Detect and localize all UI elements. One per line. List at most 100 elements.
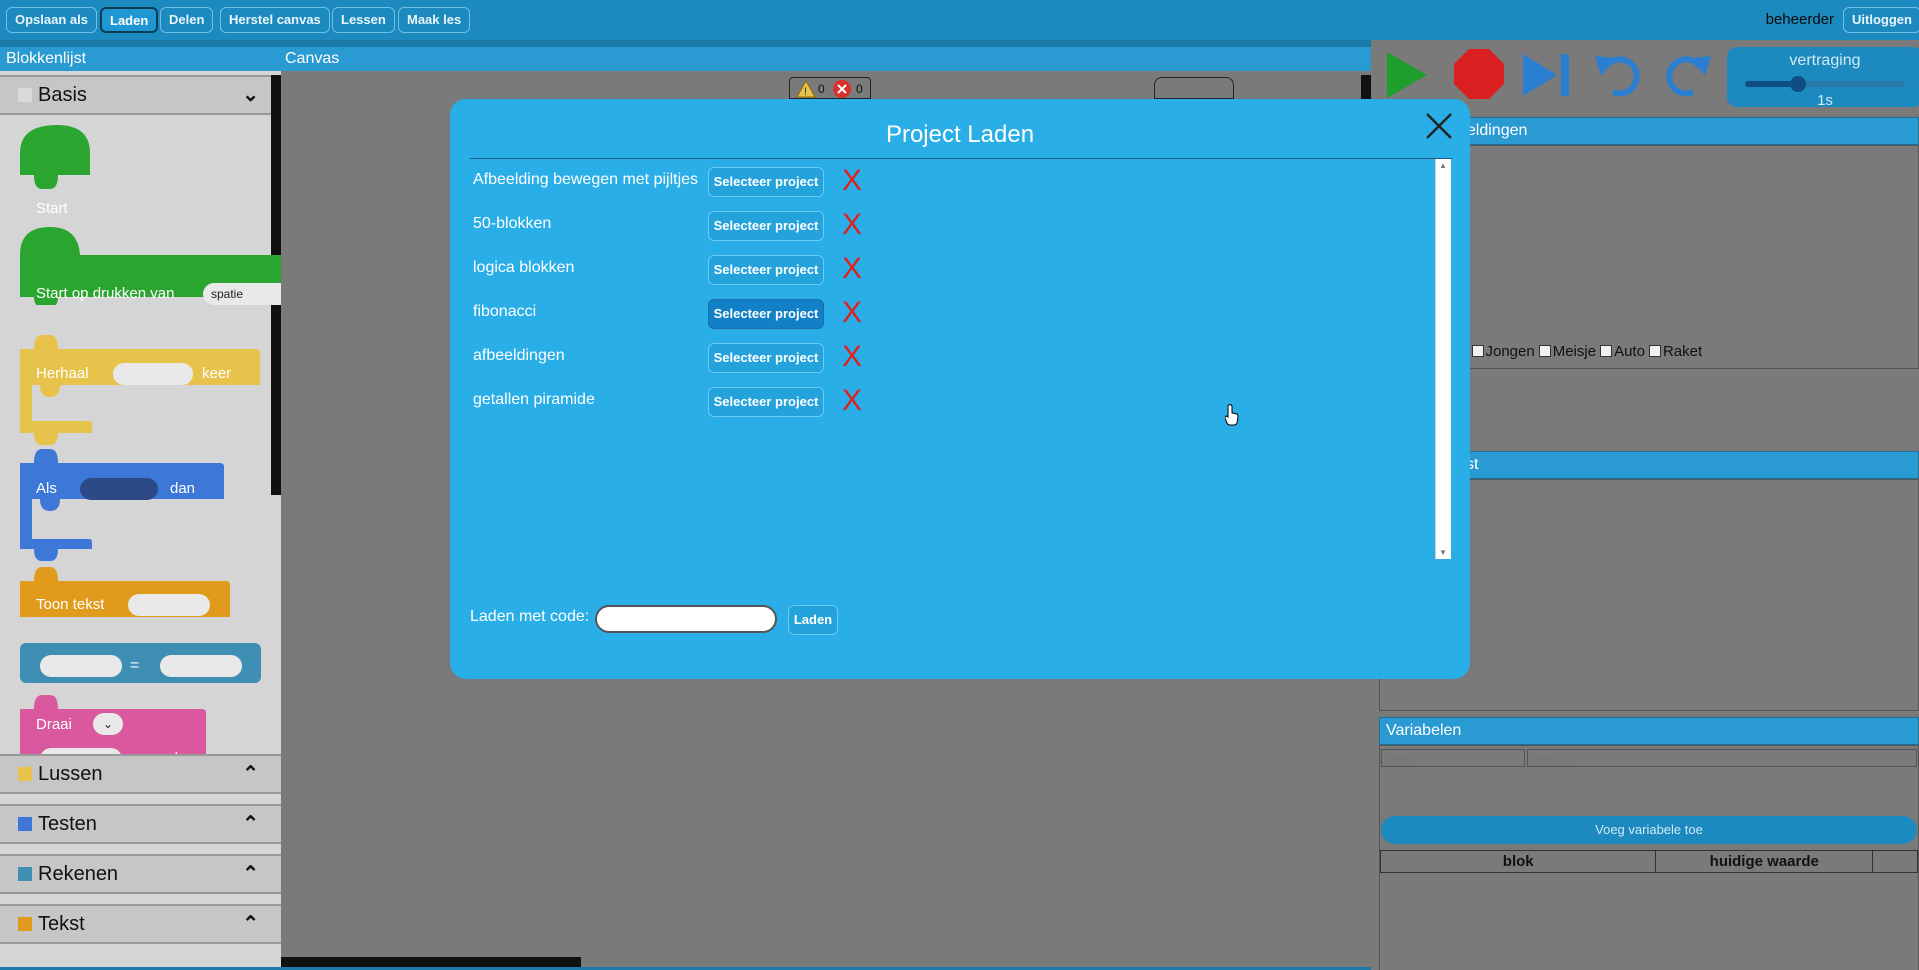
warning-icon: !	[796, 80, 816, 98]
repeat-label: Herhaal	[36, 365, 89, 382]
project-list: ▲ ▼ Afbeelding bewegen met pijltjes Sele…	[470, 159, 1451, 559]
category-color-swatch	[18, 867, 32, 881]
category-label: Testen	[38, 813, 97, 835]
canvas-status: ! 0 0	[789, 77, 871, 99]
project-row: afbeeldingen Selecteer project X	[470, 335, 1430, 379]
variable-value-input[interactable]	[1527, 749, 1917, 767]
category-lussen[interactable]: Lussen ⌃	[0, 754, 281, 794]
category-testen[interactable]: Testen ⌃	[0, 804, 281, 844]
show-text-label: Toon tekst	[36, 596, 105, 613]
select-project-button[interactable]: Selecteer project	[708, 387, 824, 417]
start-block[interactable]	[20, 125, 95, 193]
repeat-count-input[interactable]	[113, 363, 193, 385]
make-lesson-button[interactable]: Maak les	[398, 7, 471, 33]
undo-icon[interactable]	[1593, 52, 1643, 98]
variable-name-input[interactable]	[1381, 749, 1525, 767]
show-text-input[interactable]	[128, 594, 210, 616]
equals-left-input[interactable]	[40, 655, 122, 677]
select-project-button[interactable]: Selecteer project	[708, 299, 824, 329]
if-suffix: dan	[170, 480, 196, 497]
block-list-panel: Blokkenlijst Basis ⌄ Start Start op druk…	[0, 47, 281, 967]
category-tekst[interactable]: Tekst ⌃	[0, 904, 281, 944]
chevron-down-icon: ⌄	[242, 84, 259, 106]
repeat-suffix: keer	[202, 365, 232, 382]
delete-project-button[interactable]: X	[842, 164, 862, 198]
stop-icon[interactable]	[1453, 48, 1505, 100]
project-name: afbeeldingen	[473, 347, 565, 364]
project-row: logica blokken Selecteer project X	[470, 247, 1430, 291]
canvas-tab[interactable]	[1154, 77, 1234, 99]
repeat-block[interactable]	[20, 335, 260, 450]
project-name: getallen piramide	[473, 391, 595, 408]
delete-project-button[interactable]: X	[842, 296, 862, 330]
sprite-option-label: Meisje	[1552, 343, 1597, 360]
lessons-button[interactable]: Lessen	[332, 7, 395, 33]
delete-project-button[interactable]: X	[842, 340, 862, 374]
reset-canvas-button[interactable]: Herstel canvas	[220, 7, 330, 33]
checkbox-auto[interactable]	[1600, 345, 1613, 357]
top-bar: Opslaan als Laden Delen Herstel canvas L…	[0, 0, 1919, 40]
load-code-button[interactable]: Laden	[788, 605, 838, 635]
category-color-swatch	[18, 88, 32, 102]
category-color-swatch	[18, 917, 32, 931]
variables-title: Variabelen	[1379, 717, 1919, 745]
step-icon[interactable]	[1521, 52, 1573, 98]
turn-direction-select[interactable]: ⌄	[93, 713, 123, 735]
scroll-down-icon[interactable]: ▼	[1439, 548, 1447, 557]
delay-value: 1s	[1817, 92, 1833, 109]
select-project-button[interactable]: Selecteer project	[708, 211, 824, 241]
block-list-title: Blokkenlijst	[0, 47, 281, 71]
select-project-button[interactable]: Selecteer project	[708, 255, 824, 285]
delay-label: vertraging	[1789, 52, 1861, 69]
logout-button[interactable]: Uitloggen	[1843, 7, 1919, 33]
project-name: fibonacci	[473, 303, 537, 320]
delete-project-button[interactable]: X	[842, 384, 862, 418]
column-header-value: huidige waarde	[1655, 850, 1874, 873]
project-row: Afbeelding bewegen met pijltjes Selectee…	[470, 159, 1430, 203]
delay-slider-handle[interactable]	[1789, 76, 1806, 92]
checkbox-meisje[interactable]	[1538, 345, 1551, 357]
select-project-button[interactable]: Selecteer project	[708, 167, 824, 197]
delay-slider-track[interactable]	[1745, 81, 1905, 87]
category-label: Basis	[38, 84, 87, 106]
chevron-up-icon: ⌃	[242, 913, 259, 935]
category-color-swatch	[18, 817, 32, 831]
if-label: Als	[36, 480, 57, 497]
load-button[interactable]: Laden	[100, 7, 159, 33]
category-basis[interactable]: Basis ⌄	[0, 75, 281, 115]
add-variable-button[interactable]: Voeg variabele toe	[1381, 816, 1917, 844]
canvas-horizontal-scrollbar[interactable]	[281, 957, 581, 967]
close-icon[interactable]	[1424, 111, 1454, 141]
error-count: 0	[856, 82, 863, 96]
project-list-scrollbar[interactable]: ▲ ▼	[1435, 159, 1451, 559]
checkbox-raket[interactable]	[1648, 345, 1661, 357]
checkbox-jongen[interactable]	[1471, 345, 1484, 357]
column-header-block: blok	[1379, 850, 1657, 873]
load-code-input[interactable]	[595, 605, 777, 633]
share-button[interactable]: Delen	[160, 7, 214, 33]
category-label: Tekst	[38, 913, 85, 935]
delete-project-button[interactable]: X	[842, 208, 862, 242]
if-block[interactable]	[20, 449, 225, 564]
equals-right-input[interactable]	[160, 655, 242, 677]
chevron-up-icon: ⌃	[242, 813, 259, 835]
save-as-button[interactable]: Opslaan als	[6, 7, 97, 33]
project-name: 50-blokken	[473, 215, 552, 232]
scroll-up-icon[interactable]: ▲	[1439, 161, 1447, 170]
select-project-button[interactable]: Selecteer project	[708, 343, 824, 373]
dialog-title: Project Laden	[885, 121, 1035, 148]
play-icon[interactable]	[1385, 50, 1429, 100]
load-project-dialog: Project Laden ▲ ▼ Afbeelding bewegen met…	[450, 99, 1470, 679]
category-color-swatch	[18, 767, 32, 781]
project-row: getallen piramide Selecteer project X	[470, 379, 1430, 423]
key-select[interactable]: spatie	[203, 283, 281, 305]
category-rekenen[interactable]: Rekenen ⌃	[0, 854, 281, 894]
svg-text:!: !	[804, 86, 807, 98]
variables-table: blok huidige waarde	[1379, 850, 1918, 873]
delete-project-button[interactable]: X	[842, 252, 862, 286]
sprite-option-label: Auto	[1614, 343, 1645, 360]
sprite-options: sJongenMeisjeAutoRaket	[1460, 343, 1702, 360]
redo-icon[interactable]	[1663, 52, 1713, 98]
if-condition-slot[interactable]	[80, 478, 158, 500]
project-row: 50-blokken Selecteer project X	[470, 203, 1430, 247]
